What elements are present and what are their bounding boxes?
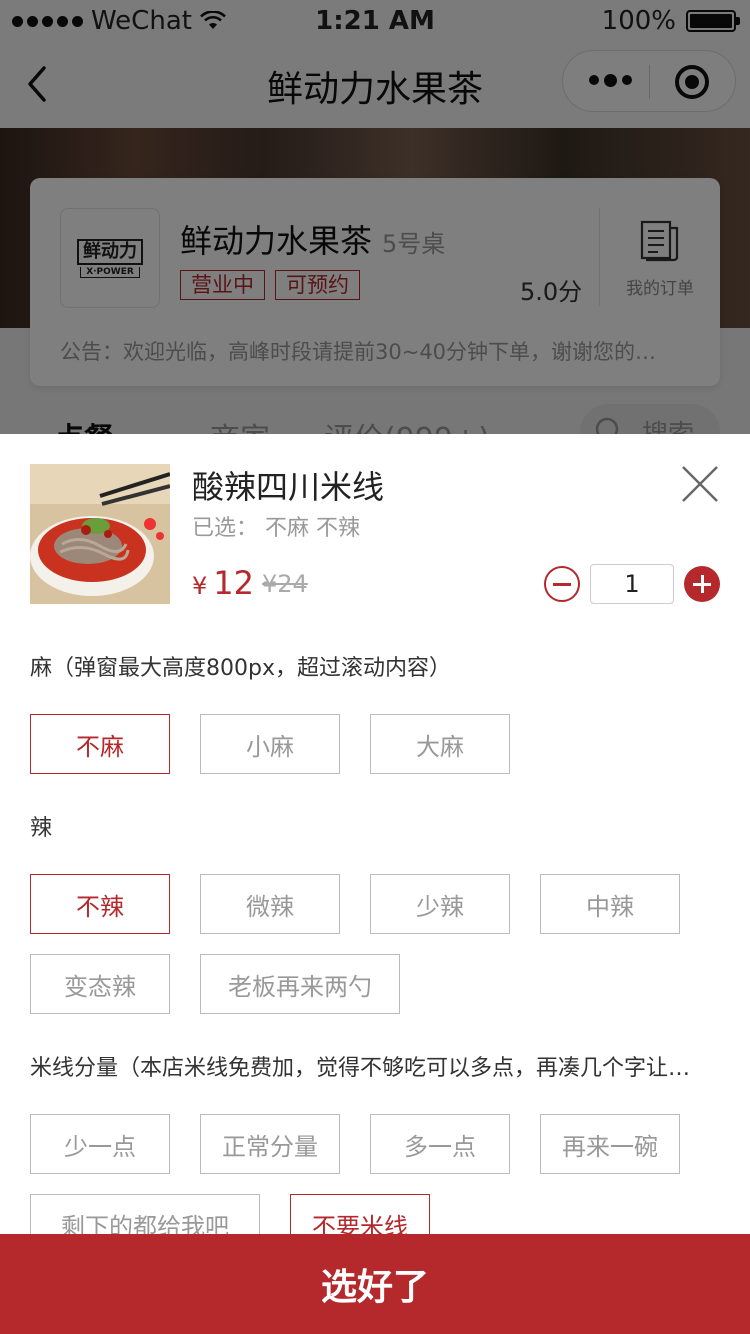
option-group-title-ma: 麻（弹窗最大高度800px，超过滚动内容） [30,656,451,681]
option-la-little[interactable]: 少辣 [370,874,510,934]
option-group-title-la: 辣 [30,816,53,841]
spec-sheet: 酸辣四川米线 已选： 不麻 不辣 ¥ 12 ¥24 麻（弹窗最大高度800px，… [0,434,750,1334]
option-la-slight[interactable]: 微辣 [200,874,340,934]
price: ¥ 12 [192,564,254,602]
option-la-extra-spoons[interactable]: 老板再来两勺 [200,954,400,1014]
currency-symbol: ¥ [192,572,208,600]
option-portion-less[interactable]: 少一点 [30,1114,170,1174]
quantity-input[interactable] [590,564,674,604]
selected-options: 已选： 不麻 不辣 [192,516,360,541]
option-ma-none[interactable]: 不麻 [30,714,170,774]
option-portion-more[interactable]: 多一点 [370,1114,510,1174]
option-portion-another-bowl[interactable]: 再来一碗 [540,1114,680,1174]
price-value: 12 [213,564,254,602]
option-la-medium[interactable]: 中辣 [540,874,680,934]
dish-name: 酸辣四川米线 [192,468,385,506]
option-portion-normal[interactable]: 正常分量 [200,1114,340,1174]
original-price: ¥24 [262,570,308,598]
option-la-none[interactable]: 不辣 [30,874,170,934]
increase-quantity-button[interactable] [684,566,720,602]
close-icon[interactable] [680,464,720,504]
option-ma-large[interactable]: 大麻 [370,714,510,774]
dish-image [30,464,170,604]
option-ma-small[interactable]: 小麻 [200,714,340,774]
option-la-extreme[interactable]: 变态辣 [30,954,170,1014]
confirm-button[interactable]: 选好了 [0,1234,750,1334]
decrease-quantity-button[interactable] [544,566,580,602]
option-group-title-portion: 米线分量（本店米线免费加，觉得不够吃可以多点，再凑几个字让文字超出一行显示省略号 [30,1056,710,1081]
